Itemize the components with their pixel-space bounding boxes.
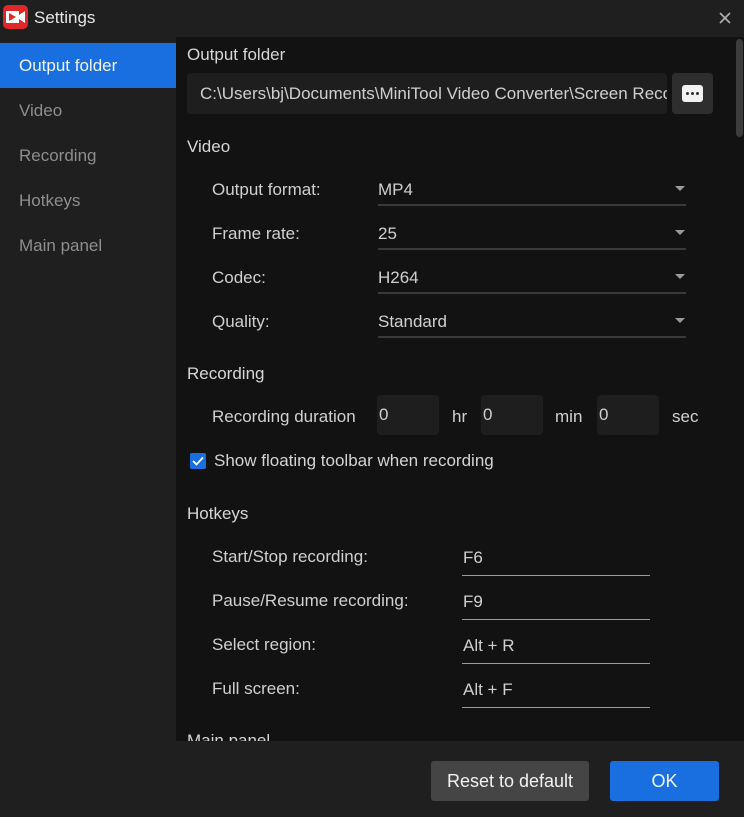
full-screen-hotkey-field[interactable]: Alt + F (462, 676, 650, 708)
full-screen-hotkey-label: Full screen: (212, 679, 300, 698)
recording-duration-label: Recording duration (212, 407, 356, 426)
full-screen-hotkey-value: Alt + F (463, 680, 513, 699)
output-format-label: Output format: (212, 180, 321, 199)
browse-folder-button[interactable] (672, 73, 713, 114)
recording-heading: Recording (187, 364, 265, 383)
frame-rate-value: 25 (378, 224, 397, 243)
chevron-down-icon (675, 230, 685, 235)
sidebar-item-video[interactable]: Video (0, 88, 176, 133)
output-format-value: MP4 (378, 180, 413, 199)
pause-resume-hotkey-value: F9 (463, 592, 483, 611)
output-format-select[interactable]: MP4 (378, 174, 686, 206)
duration-hours-input[interactable]: 0 (377, 395, 439, 435)
codec-select[interactable]: H264 (378, 262, 686, 294)
frame-rate-label: Frame rate: (212, 224, 300, 243)
close-icon (719, 12, 731, 24)
quality-select[interactable]: Standard (378, 306, 686, 338)
select-region-hotkey-field[interactable]: Alt + R (462, 632, 650, 664)
codec-label: Codec: (212, 268, 266, 287)
title-bar: Settings (0, 0, 744, 37)
dialog-footer: Reset to default OK (0, 741, 744, 817)
pause-resume-hotkey-label: Pause/Resume recording: (212, 591, 409, 610)
settings-panel: Output folder C:\Users\bj\Documents\Mini… (176, 37, 744, 741)
hotkeys-heading: Hotkeys (187, 504, 249, 523)
start-stop-hotkey-field[interactable]: F6 (462, 544, 650, 576)
vertical-scrollbar[interactable] (736, 37, 744, 741)
sidebar-item-main-panel[interactable]: Main panel (0, 223, 176, 268)
reset-to-default-button[interactable]: Reset to default (431, 761, 589, 801)
chevron-down-icon (675, 274, 685, 279)
quality-value: Standard (378, 312, 447, 331)
output-folder-path-field[interactable]: C:\Users\bj\Documents\MiniTool Video Con… (187, 73, 667, 114)
duration-seconds-input[interactable]: 0 (597, 395, 659, 435)
floating-toolbar-label: Show floating toolbar when recording (214, 451, 494, 470)
close-button[interactable] (714, 7, 736, 29)
codec-value: H264 (378, 268, 419, 287)
floating-toolbar-checkbox[interactable] (190, 453, 206, 469)
seconds-unit-label: sec (672, 407, 699, 426)
quality-label: Quality: (212, 312, 270, 331)
chevron-down-icon (675, 186, 685, 191)
start-stop-hotkey-label: Start/Stop recording: (212, 547, 368, 566)
sidebar-item-recording[interactable]: Recording (0, 133, 176, 178)
frame-rate-select[interactable]: 25 (378, 218, 686, 250)
ok-button[interactable]: OK (610, 761, 719, 801)
window-title: Settings (34, 8, 96, 27)
start-stop-hotkey-value: F6 (463, 548, 483, 567)
video-heading: Video (187, 137, 231, 156)
pause-resume-hotkey-field[interactable]: F9 (462, 588, 650, 620)
sidebar-nav: Output folder Video Recording Hotkeys Ma… (0, 43, 176, 268)
video-camera-icon (3, 5, 28, 29)
sidebar-item-output-folder[interactable]: Output folder (0, 43, 176, 88)
main-panel-heading: Main panel (187, 731, 271, 741)
chevron-down-icon (675, 318, 685, 323)
scrollbar-thumb[interactable] (736, 39, 743, 137)
select-region-hotkey-label: Select region: (212, 635, 316, 654)
minutes-unit-label: min (555, 407, 583, 426)
output-folder-heading: Output folder (187, 45, 286, 64)
select-region-hotkey-value: Alt + R (463, 636, 515, 655)
more-dots-icon (682, 85, 703, 102)
checkmark-icon (192, 456, 204, 466)
duration-minutes-input[interactable]: 0 (481, 395, 543, 435)
hours-unit-label: hr (452, 407, 468, 426)
sidebar-item-hotkeys[interactable]: Hotkeys (0, 178, 176, 223)
